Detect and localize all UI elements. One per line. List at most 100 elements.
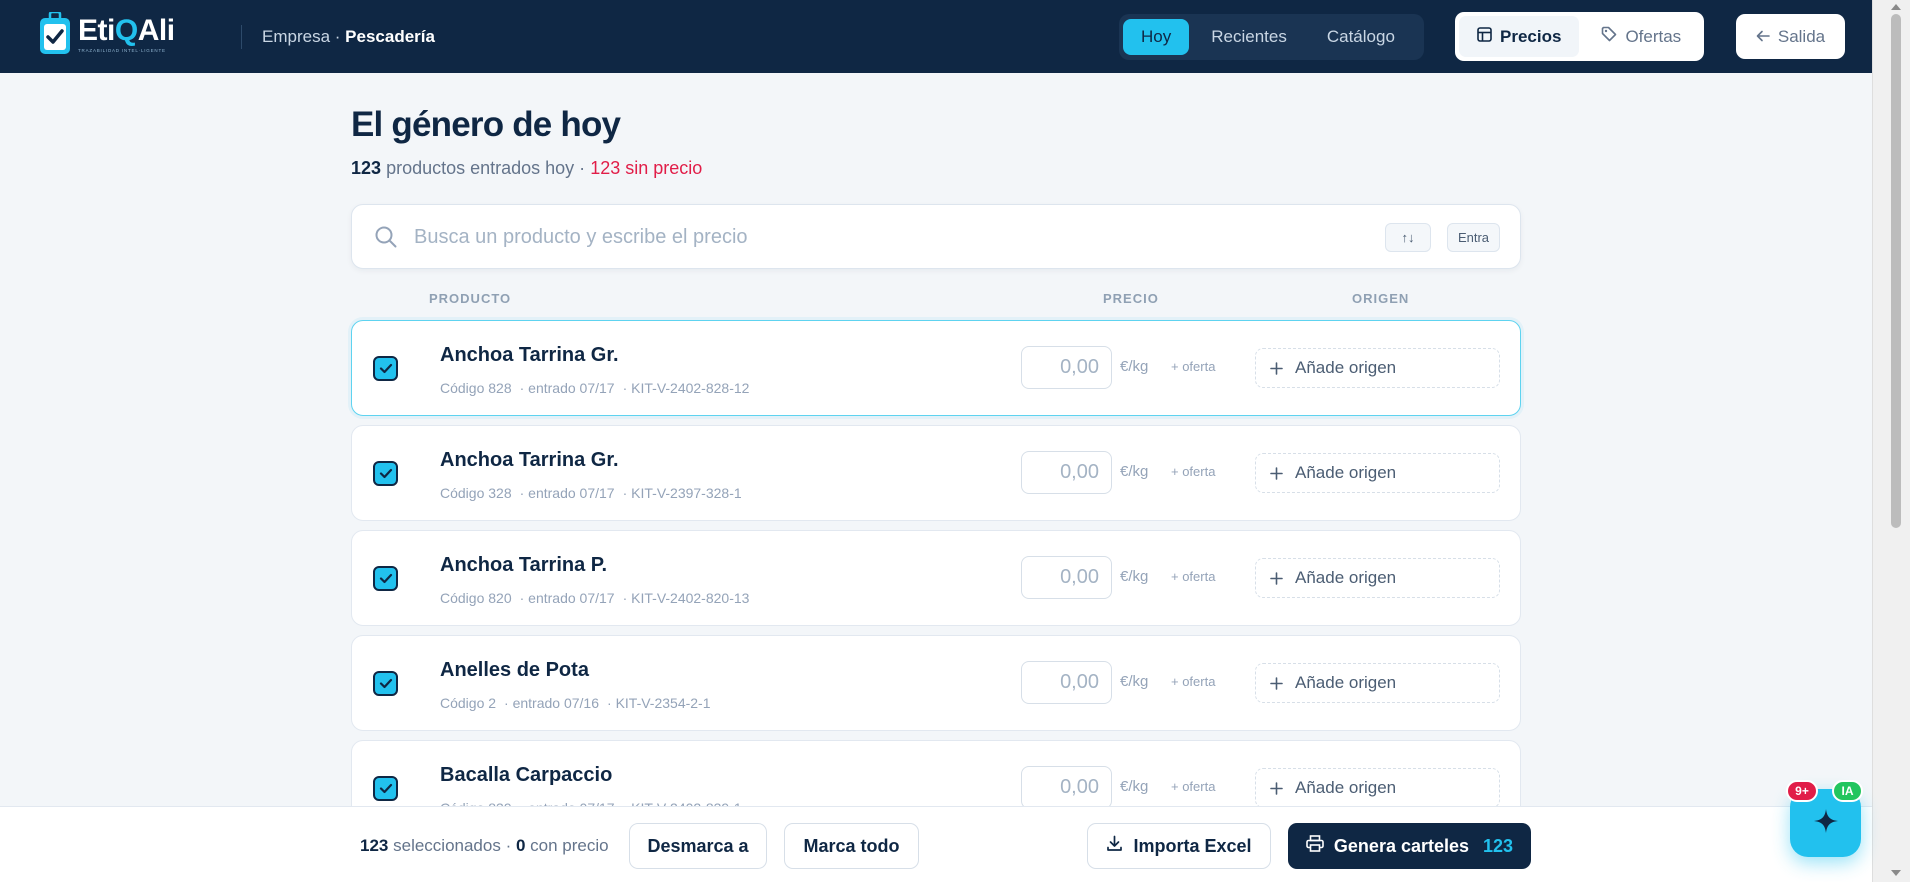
priced-count: 0 xyxy=(515,836,526,855)
check-icon xyxy=(379,363,392,374)
tab-recientes[interactable]: Recientes xyxy=(1193,19,1305,55)
product-batch: · KIT-V-2402-820-13 xyxy=(622,590,750,606)
row-checkbox[interactable] xyxy=(373,461,398,486)
price-unit: €/kg xyxy=(1120,778,1149,795)
view-tabs: Hoy Recientes Catálogo xyxy=(1119,14,1424,60)
product-entered-date: · entrado 07/17 xyxy=(519,590,615,606)
product-name: Anelles de Pota xyxy=(440,659,589,681)
generate-signs-count: 123 xyxy=(1483,835,1514,856)
selected-count: 123 xyxy=(360,836,389,855)
price-unit: €/kg xyxy=(1120,358,1149,375)
page-scrollbar[interactable] xyxy=(1872,0,1910,882)
product-row[interactable]: Anchoa Tarrina P. Código 820 · entrado 07… xyxy=(351,530,1521,626)
product-meta: Código 2 · entrado 07/16 · KIT-V-2354-2-1 xyxy=(440,695,719,711)
price-unit: €/kg xyxy=(1120,673,1149,690)
add-offer-link[interactable]: + oferta xyxy=(1171,569,1215,584)
exit-label: Salida xyxy=(1777,26,1826,46)
printer-icon xyxy=(1306,835,1324,857)
add-offer-link[interactable]: + oferta xyxy=(1171,674,1215,689)
price-input[interactable]: 0,00 xyxy=(1021,766,1112,809)
logo-tagline: TRAZABILIDAD INTEL·LIGENTE xyxy=(78,47,166,53)
add-origin-button[interactable]: Añade origen xyxy=(1255,768,1500,808)
tab-ofertas[interactable]: Ofertas xyxy=(1583,16,1699,57)
column-header-origin: ORIGEN xyxy=(1352,291,1410,306)
add-offer-link[interactable]: + oferta xyxy=(1171,359,1215,374)
search-icon xyxy=(374,225,398,254)
add-origin-button[interactable]: Añade origen xyxy=(1255,348,1500,388)
add-origin-label: Añade origen xyxy=(1295,568,1397,587)
plus-icon xyxy=(1270,466,1283,480)
product-entered-date: · entrado 07/17 xyxy=(519,380,615,396)
kbd-hint-navigate: ↑↓ xyxy=(1385,223,1431,252)
product-name: Bacalla Carpaccio xyxy=(440,764,613,786)
product-meta: Código 820 · entrado 07/17 · KIT-V-2402-82… xyxy=(440,590,757,606)
add-offer-link[interactable]: + oferta xyxy=(1171,464,1215,479)
app-logo[interactable]: EtiQAli TRAZABILIDAD INTEL·LIGENTE xyxy=(38,10,175,56)
product-batch: · KIT-V-2397-328-1 xyxy=(622,485,742,501)
product-entered-date: · entrado 07/17 xyxy=(519,485,615,501)
tab-hoy[interactable]: Hoy xyxy=(1123,19,1190,55)
generate-signs-button[interactable]: Genera carteles 123 xyxy=(1288,823,1531,869)
check-icon xyxy=(379,468,392,479)
mode-tabs: Precios Ofertas xyxy=(1455,12,1704,61)
unmark-all-button[interactable]: Desmarca a xyxy=(629,823,767,869)
logo-wordmark: EtiQAli xyxy=(78,13,175,47)
row-checkbox[interactable] xyxy=(373,566,398,591)
product-row[interactable]: Anchoa Tarrina Gr. Código 328 · entrado 0… xyxy=(351,425,1521,521)
company-label: Empresa · xyxy=(262,27,341,46)
product-meta: Código 328 · entrado 07/17 · KIT-V-2397-32… xyxy=(440,485,750,501)
plus-icon xyxy=(1270,571,1283,585)
product-name: Anchoa Tarrina Gr. xyxy=(440,449,619,471)
row-checkbox[interactable] xyxy=(373,356,398,381)
summary-warning: 123 sin precio xyxy=(590,158,703,178)
plus-icon xyxy=(1270,676,1283,690)
download-icon xyxy=(1106,835,1123,857)
search-input[interactable] xyxy=(414,217,1314,257)
plus-icon xyxy=(1270,781,1283,795)
summary-count: 123 xyxy=(351,158,382,178)
tab-precios-label: Precios xyxy=(1500,26,1562,46)
add-origin-button[interactable]: Añade origen xyxy=(1255,558,1500,598)
product-code: Código 828 xyxy=(440,380,512,396)
price-unit: €/kg xyxy=(1120,463,1149,480)
page-title: El género de hoy xyxy=(351,105,621,144)
sparkle-icon xyxy=(1813,808,1839,839)
add-origin-button[interactable]: Añade origen xyxy=(1255,453,1500,493)
selected-text: seleccionados · xyxy=(393,836,512,855)
row-checkbox[interactable] xyxy=(373,671,398,696)
add-origin-button[interactable]: Añade origen xyxy=(1255,663,1500,703)
product-row[interactable]: Anelles de Pota Código 2 · entrado 07/16 ·… xyxy=(351,635,1521,731)
tab-precios[interactable]: Precios xyxy=(1459,16,1580,57)
summary-text: productos entrados hoy · xyxy=(386,158,586,178)
product-entered-date: · entrado 07/16 xyxy=(504,695,600,711)
product-name: Anchoa Tarrina P. xyxy=(440,554,608,576)
column-header-product: PRODUCTO xyxy=(429,291,512,306)
product-meta: Código 828 · entrado 07/17 · KIT-V-2402-82… xyxy=(440,380,757,396)
price-input[interactable]: 0,00 xyxy=(1021,661,1112,704)
price-input[interactable]: 0,00 xyxy=(1021,451,1112,494)
product-row[interactable]: Anchoa Tarrina Gr. Código 828 · entrado 0… xyxy=(351,320,1521,416)
scrollbar-thumb[interactable] xyxy=(1891,14,1901,528)
add-origin-label: Añade origen xyxy=(1295,778,1397,797)
mark-all-button[interactable]: Marca todo xyxy=(784,823,919,869)
price-unit: €/kg xyxy=(1120,568,1149,585)
notification-badge: 9+ xyxy=(1786,780,1818,802)
ai-badge: IA xyxy=(1832,780,1863,802)
row-checkbox[interactable] xyxy=(373,776,398,801)
add-offer-link[interactable]: + oferta xyxy=(1171,779,1215,794)
price-input[interactable]: 0,00 xyxy=(1021,346,1112,389)
add-origin-label: Añade origen xyxy=(1295,358,1397,377)
exit-button[interactable]: Salida xyxy=(1736,14,1845,59)
page-summary: 123 productos entrados hoy · 123 sin pre… xyxy=(351,158,702,179)
arrow-left-icon xyxy=(1756,27,1770,47)
scroll-up-arrow-icon[interactable] xyxy=(1891,4,1901,10)
product-code: Código 2 xyxy=(440,695,497,711)
product-search-bar: ↑↓ Entra xyxy=(351,204,1521,269)
product-code: Código 328 xyxy=(440,485,512,501)
import-excel-button[interactable]: Importa Excel xyxy=(1087,823,1271,869)
add-origin-label: Añade origen xyxy=(1295,673,1397,692)
check-icon xyxy=(379,573,392,584)
price-input[interactable]: 0,00 xyxy=(1021,556,1112,599)
tab-catalogo[interactable]: Catálogo xyxy=(1309,19,1413,55)
scroll-down-arrow-icon[interactable] xyxy=(1891,870,1901,876)
